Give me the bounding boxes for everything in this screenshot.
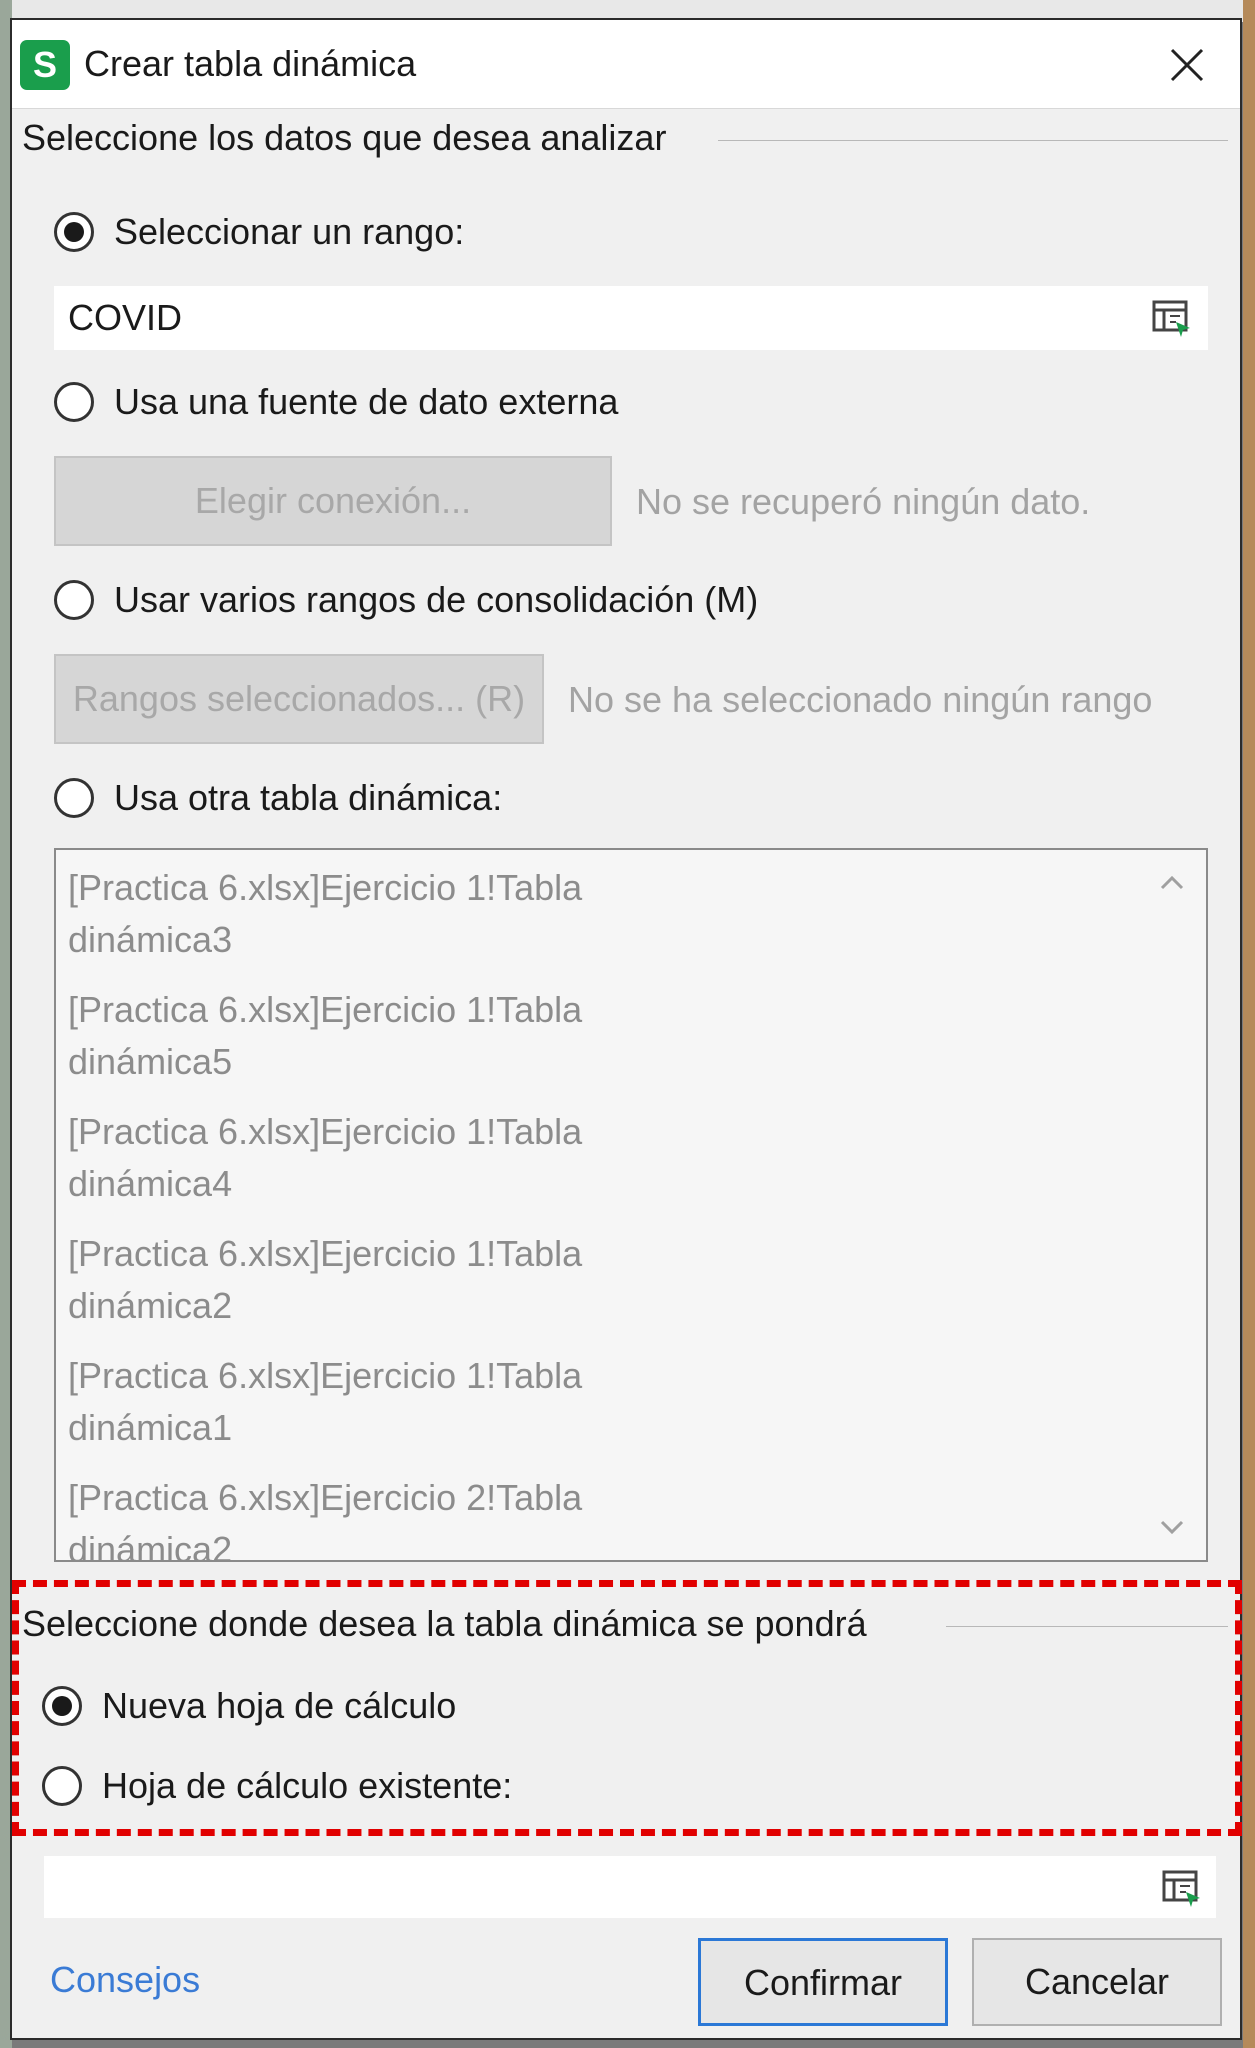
consolidation-status: No se ha seleccionado ningún rango: [568, 679, 1153, 720]
spreadsheet-app-icon: S: [20, 40, 70, 90]
external-source-status: No se recuperó ningún dato.: [636, 481, 1091, 522]
list-item[interactable]: [Practica 6.xlsx]Ejercicio 1!Tabla dinámi…: [68, 1106, 628, 1210]
dialog-title: Crear tabla dinámica: [84, 43, 417, 84]
source-section-header: Seleccione los datos que desea analizar: [22, 117, 667, 158]
list-item[interactable]: [Practica 6.xlsx]Ejercicio 1!Tabla dinámi…: [68, 862, 628, 966]
radio-select-range-label[interactable]: Seleccionar un rango:: [114, 210, 464, 254]
existing-sheet-input[interactable]: [44, 1856, 1216, 1918]
radio-select-range[interactable]: [54, 212, 94, 252]
source-section-divider: [718, 140, 1228, 141]
radio-external-source-label[interactable]: Usa una fuente de dato externa: [114, 380, 618, 424]
selected-ranges-button[interactable]: Rangos seleccionados... (R): [54, 654, 544, 744]
list-item[interactable]: [Practica 6.xlsx]Ejercicio 1!Tabla dinámi…: [68, 1350, 628, 1454]
radio-new-sheet[interactable]: [42, 1686, 82, 1726]
list-item[interactable]: [Practica 6.xlsx]Ejercicio 1!Tabla dinámi…: [68, 984, 628, 1088]
list-item[interactable]: [Practica 6.xlsx]Ejercicio 2!Tabla dinámi…: [68, 1472, 628, 1560]
tips-link[interactable]: Consejos: [50, 1958, 200, 2002]
radio-existing-sheet-label[interactable]: Hoja de cálculo existente:: [102, 1764, 512, 1808]
radio-other-pivot-table[interactable]: [54, 778, 94, 818]
list-item[interactable]: [Practica 6.xlsx]Ejercicio 1!Tabla dinámi…: [68, 1228, 628, 1332]
range-input[interactable]: COVID: [54, 286, 1208, 350]
radio-new-sheet-label[interactable]: Nueva hoja de cálculo: [102, 1684, 456, 1728]
radio-existing-sheet[interactable]: [42, 1766, 82, 1806]
scroll-up-icon[interactable]: [1152, 862, 1192, 902]
destination-section-divider: [946, 1626, 1228, 1627]
range-picker-icon[interactable]: [1150, 296, 1194, 340]
radio-dot: [52, 1696, 72, 1716]
background-right-edge: [1243, 0, 1255, 2048]
title-bar: S Crear tabla dinámica: [12, 20, 1240, 109]
range-input-value: COVID: [68, 297, 183, 338]
radio-consolidation-ranges-label[interactable]: Usar varios rangos de consolidación (M): [114, 578, 758, 622]
radio-external-source[interactable]: [54, 382, 94, 422]
scroll-down-icon[interactable]: [1152, 1508, 1192, 1548]
confirm-button[interactable]: Confirmar: [698, 1938, 948, 2026]
radio-consolidation-ranges[interactable]: [54, 580, 94, 620]
cancel-button[interactable]: Cancelar: [972, 1938, 1222, 2026]
close-icon[interactable]: [1162, 40, 1212, 90]
range-picker-icon[interactable]: [1160, 1866, 1204, 1910]
choose-connection-button[interactable]: Elegir conexión...: [54, 456, 612, 546]
destination-section-header: Seleccione donde desea la tabla dinámica…: [22, 1603, 867, 1644]
radio-dot: [64, 222, 84, 242]
radio-other-pivot-table-label[interactable]: Usa otra tabla dinámica:: [114, 776, 502, 820]
pivot-table-list[interactable]: [Practica 6.xlsx]Ejercicio 1!Tabla dinámi…: [54, 848, 1208, 1562]
create-pivot-table-dialog: S Crear tabla dinámica Seleccione los da…: [10, 18, 1242, 2040]
